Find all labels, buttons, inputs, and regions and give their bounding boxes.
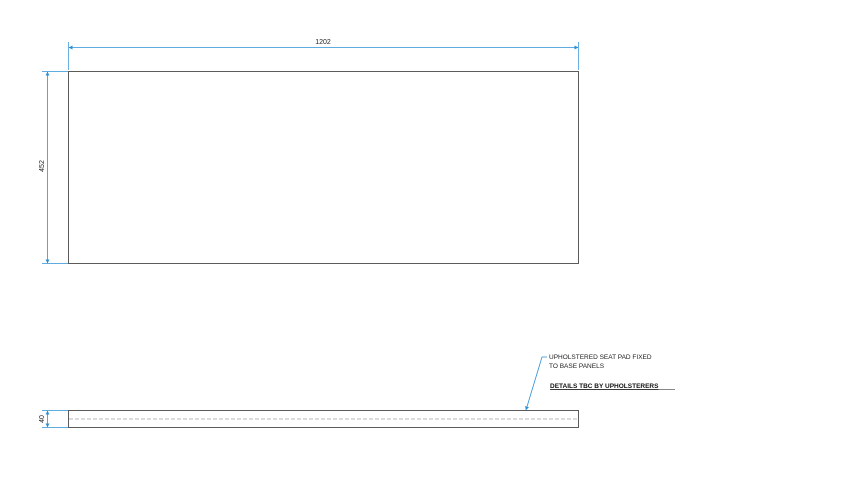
height-label: 452 <box>39 160 46 172</box>
annotation-note: UPHOLSTERED SEAT PAD FIXED TO BASE PANEL… <box>549 354 675 390</box>
annotation-line-2: TO BASE PANELS <box>549 363 605 370</box>
height-dimension: 452 <box>39 71 68 264</box>
width-dimension: 1202 <box>68 39 579 70</box>
thickness-label: 40 <box>39 415 46 423</box>
width-label: 1202 <box>315 39 331 46</box>
annotation-line-1: UPHOLSTERED SEAT PAD FIXED <box>549 354 652 361</box>
leader-line <box>525 356 547 411</box>
seat-pad-plan-outline <box>68 71 579 264</box>
plan-view: 1202 452 <box>39 39 579 264</box>
side-elevation: 40 UPHOLSTERED SEAT PAD FIXED TO BASE PA… <box>39 354 675 428</box>
technical-drawing: 1202 452 40 UPHOLSTERED SEAT PAD FIXED T… <box>39 39 675 428</box>
annotation-detail: DETAILS TBC BY UPHOLSTERERS <box>550 383 659 390</box>
annotation-leader <box>525 356 547 411</box>
thickness-dimension: 40 <box>39 410 68 428</box>
